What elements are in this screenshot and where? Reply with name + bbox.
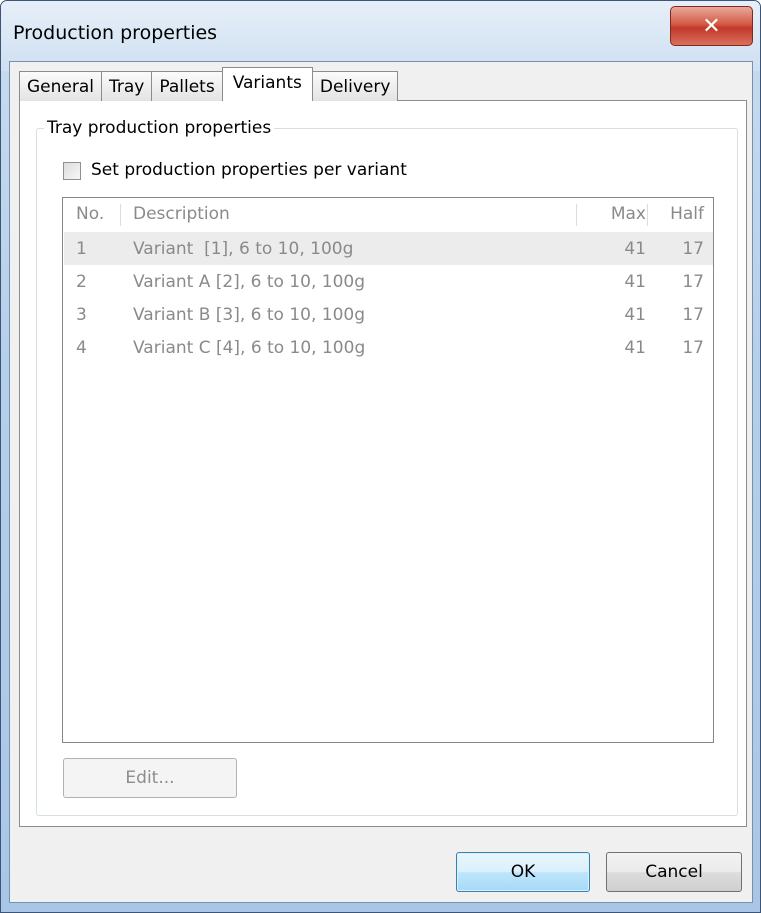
row-description: Variant B [3], 6 to 10, 100g xyxy=(133,304,366,325)
close-button[interactable]: ✕ xyxy=(670,6,753,46)
row-description: Variant A [2], 6 to 10, 100g xyxy=(133,271,365,292)
edit-button[interactable]: Edit... xyxy=(63,758,237,798)
list-header: No. Description Max Half xyxy=(64,200,713,228)
column-divider[interactable] xyxy=(120,204,121,226)
list-row[interactable]: 4 Variant C [4], 6 to 10, 100g 41 17 xyxy=(64,331,713,364)
per-variant-checkbox-label[interactable]: Set production properties per variant xyxy=(91,160,407,180)
row-description: Variant C [4], 6 to 10, 100g xyxy=(133,337,366,358)
close-icon: ✕ xyxy=(702,13,721,39)
per-variant-checkbox[interactable] xyxy=(63,162,81,180)
column-header-description[interactable]: Description xyxy=(133,200,230,228)
column-divider[interactable] xyxy=(576,204,577,226)
row-half: 17 xyxy=(682,337,704,358)
tab-general[interactable]: General xyxy=(19,71,102,101)
tab-pallets[interactable]: Pallets xyxy=(151,71,223,101)
list-row[interactable]: 2 Variant A [2], 6 to 10, 100g 41 17 xyxy=(64,265,713,298)
ok-button[interactable]: OK xyxy=(456,852,590,892)
row-no: 1 xyxy=(76,238,87,259)
row-no: 2 xyxy=(76,271,87,292)
row-no: 4 xyxy=(76,337,87,358)
column-header-half[interactable]: Half xyxy=(654,200,704,228)
list-row[interactable]: 3 Variant B [3], 6 to 10, 100g 41 17 xyxy=(64,298,713,331)
row-max: 41 xyxy=(624,337,646,358)
list-row[interactable]: 1 Variant [1], 6 to 10, 100g 41 17 xyxy=(64,232,713,265)
row-max: 41 xyxy=(624,271,646,292)
column-divider[interactable] xyxy=(647,204,648,226)
group-box-label: Tray production properties xyxy=(44,118,275,138)
row-max: 41 xyxy=(624,238,646,259)
tab-strip: General Tray Pallets Variants Delivery xyxy=(19,67,399,101)
row-no: 3 xyxy=(76,304,87,325)
row-half: 17 xyxy=(682,238,704,259)
tab-variants[interactable]: Variants xyxy=(221,67,313,101)
column-header-max[interactable]: Max xyxy=(590,200,646,228)
cancel-button[interactable]: Cancel xyxy=(606,852,742,892)
column-header-no[interactable]: No. xyxy=(76,200,104,228)
tab-tray[interactable]: Tray xyxy=(101,71,153,101)
row-half: 17 xyxy=(682,304,704,325)
row-max: 41 xyxy=(624,304,646,325)
variants-list[interactable]: No. Description Max Half 1 Variant [1], … xyxy=(62,197,714,743)
tab-delivery[interactable]: Delivery xyxy=(311,71,399,101)
window-title: Production properties xyxy=(13,22,218,44)
row-half: 17 xyxy=(682,271,704,292)
row-description: Variant [1], 6 to 10, 100g xyxy=(133,238,354,259)
